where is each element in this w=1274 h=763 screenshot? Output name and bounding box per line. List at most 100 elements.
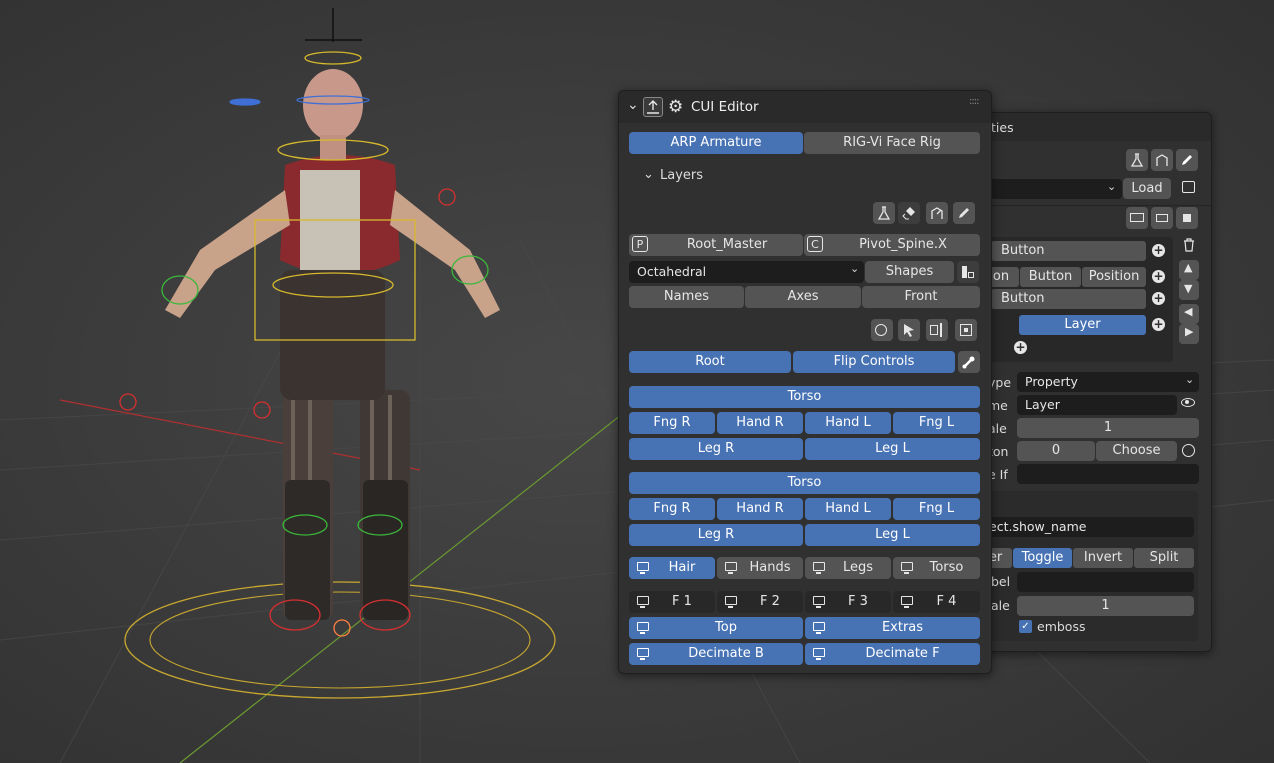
bone-pivot-spine-button[interactable]: C Pivot_Spine.X	[804, 234, 980, 256]
upload-icon[interactable]	[643, 97, 663, 117]
list-row-position[interactable]: Position	[1082, 267, 1146, 287]
add-folder-icon[interactable]	[1182, 181, 1195, 193]
sub-scale-label: ale	[991, 598, 1010, 613]
visibility-hands-toggle[interactable]: Hands	[717, 557, 803, 579]
shapes-button[interactable]: Shapes	[865, 261, 954, 283]
torso-header-button[interactable]: Torso	[629, 472, 980, 494]
bone-root-master-button[interactable]: P Root_Master	[629, 234, 803, 256]
hand-r-button[interactable]: Hand R	[717, 498, 803, 520]
layers-heading[interactable]: Layers	[660, 168, 703, 183]
push-pose-icon[interactable]	[926, 202, 948, 224]
visibility-hair-toggle[interactable]: Hair	[629, 557, 715, 579]
list-row-button-2[interactable]: Button	[1020, 267, 1081, 287]
display-axes-button[interactable]: Axes	[745, 286, 861, 308]
hand-l-button[interactable]: Hand L	[805, 412, 891, 434]
bone-shape-select[interactable]: Octahedral	[629, 261, 864, 283]
list-row-button-3[interactable]: Button	[991, 289, 1146, 309]
tab-rig-vi-face-rig[interactable]: RIG-Vi Face Rig	[804, 132, 980, 154]
select-box-icon[interactable]	[955, 319, 977, 341]
child-badge-icon: C	[807, 236, 823, 252]
label-label: bel	[991, 574, 1011, 589]
panel-title: CUI Editor	[691, 99, 759, 115]
top-view-button[interactable]: Top	[629, 617, 803, 639]
load-button[interactable]: Load	[1123, 178, 1171, 199]
pencil-icon[interactable]	[1176, 149, 1198, 171]
leg-l-button[interactable]: Leg L	[805, 524, 980, 546]
fng-r-button[interactable]: Fng R	[629, 412, 715, 434]
move-right-icon[interactable]: ▶	[1179, 324, 1199, 344]
scale-field[interactable]: 1	[1017, 418, 1199, 438]
push-pose-icon[interactable]	[1151, 149, 1173, 171]
emboss-checkbox[interactable]: ✓	[1019, 620, 1032, 633]
bone-wrench-icon[interactable]	[958, 351, 980, 373]
f1-button[interactable]: F 1	[629, 591, 715, 613]
eraser-icon[interactable]	[898, 202, 920, 224]
fng-l-button[interactable]: Fng L	[893, 412, 980, 434]
align-middle-icon[interactable]	[1151, 207, 1173, 229]
label-field[interactable]	[1017, 572, 1194, 592]
drag-handle-icon[interactable]: ::::	[969, 96, 980, 107]
decimate-f-button[interactable]: Decimate F	[805, 643, 980, 665]
move-down-icon[interactable]: ▼	[1179, 280, 1199, 300]
f3-button[interactable]: F 3	[805, 591, 891, 613]
mode-invert[interactable]: Invert	[1073, 548, 1133, 568]
data-path-field[interactable]: ect.show_name	[979, 517, 1194, 537]
move-up-icon[interactable]: ▲	[1179, 260, 1199, 280]
add-icon[interactable]: +	[1152, 292, 1165, 305]
cui-editor-panel: ⌄ ⚙ CUI Editor :::: ARP Armature RIG-Vi …	[618, 90, 992, 674]
chevron-down-icon: ⌄	[1185, 373, 1195, 386]
mode-toggle[interactable]: Toggle	[1013, 548, 1072, 568]
root-button[interactable]: Root	[629, 351, 791, 373]
visibility-legs-toggle[interactable]: Legs	[805, 557, 891, 579]
f4-button[interactable]: F 4	[893, 591, 980, 613]
hand-r-button[interactable]: Hand R	[717, 412, 803, 434]
sub-scale-field[interactable]: 1	[1017, 596, 1194, 616]
active-if-field[interactable]	[1017, 464, 1199, 484]
trash-icon[interactable]	[1179, 235, 1199, 255]
emboss-label: emboss	[1037, 619, 1086, 634]
mirror-icon[interactable]	[926, 319, 948, 341]
display-front-button[interactable]: Front	[862, 286, 980, 308]
leg-r-button[interactable]: Leg R	[629, 438, 803, 460]
list-row-layer[interactable]: Layer	[1019, 315, 1146, 335]
type-select[interactable]: Property	[1017, 372, 1199, 392]
collapse-chevron-icon[interactable]: ⌄	[627, 97, 639, 113]
name-field[interactable]: Layer	[1017, 395, 1177, 415]
choose-button[interactable]: Choose	[1096, 441, 1177, 461]
leg-r-button[interactable]: Leg R	[629, 524, 803, 546]
add-icon[interactable]: +	[1152, 318, 1165, 331]
pencil-icon[interactable]	[953, 202, 975, 224]
hand-l-button[interactable]: Hand L	[805, 498, 891, 520]
link-icon[interactable]	[1182, 444, 1195, 457]
extras-button[interactable]: Extras	[805, 617, 980, 639]
torso-header-button[interactable]: Torso	[629, 386, 980, 408]
preset-select[interactable]	[979, 179, 1122, 199]
fng-r-button[interactable]: Fng R	[629, 498, 715, 520]
add-icon[interactable]: +	[1014, 341, 1027, 354]
mode-split[interactable]: Split	[1134, 548, 1194, 568]
flask-icon[interactable]	[1126, 149, 1148, 171]
select-pattern-icon[interactable]	[871, 319, 893, 341]
add-icon[interactable]: +	[1152, 270, 1165, 283]
leg-l-button[interactable]: Leg L	[805, 438, 980, 460]
eye-icon[interactable]	[1181, 398, 1195, 407]
visibility-torso-toggle[interactable]: Torso	[893, 557, 980, 579]
list-row-button[interactable]: Button	[991, 241, 1146, 261]
layers-chevron-icon[interactable]: ⌄	[643, 167, 654, 182]
flip-controls-button[interactable]: Flip Controls	[793, 351, 955, 373]
align-top-icon[interactable]	[1126, 207, 1148, 229]
f2-button[interactable]: F 2	[717, 591, 803, 613]
display-names-button[interactable]: Names	[629, 286, 744, 308]
align-box-icon[interactable]	[1176, 207, 1198, 229]
gear-icon[interactable]: ⚙	[668, 98, 686, 116]
properties-title: ties	[991, 120, 1014, 135]
move-left-icon[interactable]: ◀	[1179, 304, 1199, 324]
custom-shape-icon[interactable]	[957, 261, 979, 283]
cursor-icon[interactable]	[898, 319, 920, 341]
icon-value-field[interactable]: 0	[1017, 441, 1095, 461]
add-icon[interactable]: +	[1152, 244, 1165, 257]
flask-icon[interactable]	[873, 202, 895, 224]
decimate-b-button[interactable]: Decimate B	[629, 643, 803, 665]
tab-arp-armature[interactable]: ARP Armature	[629, 132, 803, 154]
fng-l-button[interactable]: Fng L	[893, 498, 980, 520]
